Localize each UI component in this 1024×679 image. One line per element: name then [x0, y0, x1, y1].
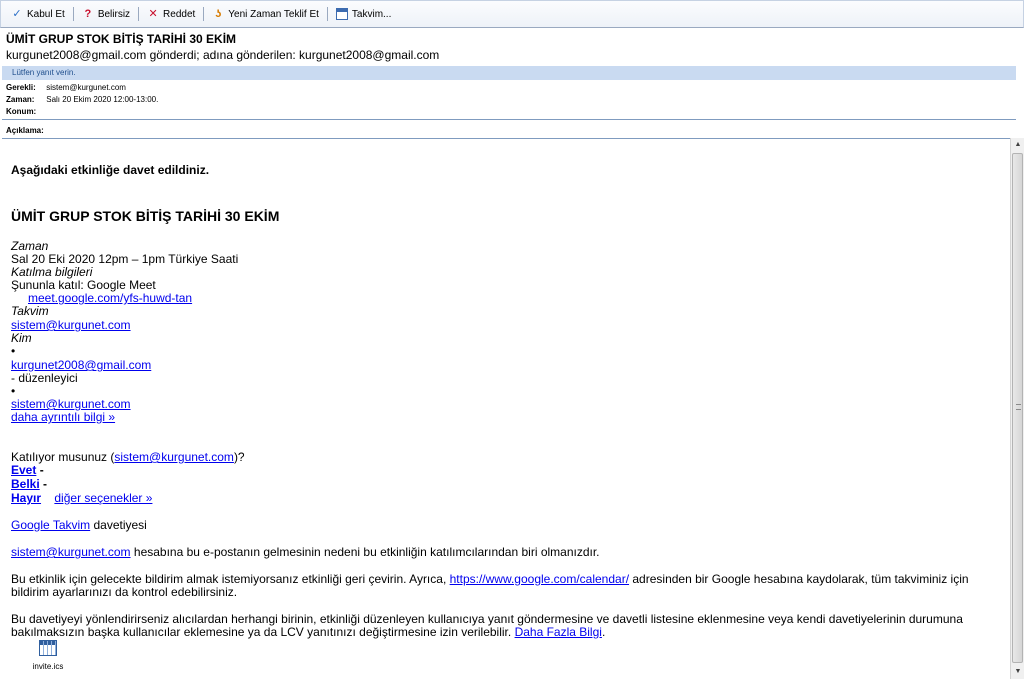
sender-line: kurgunet2008@gmail.com gönderdi; adına g…	[6, 48, 440, 62]
message-body: Aşağıdaki etkinliğe davet edildiniz. ÜMİ…	[2, 138, 1016, 679]
when-row: Zaman: Salı 20 Ekim 2020 12:00-13:00.	[6, 95, 158, 105]
attachment-invite[interactable]: invite.ics	[28, 640, 68, 671]
decline-label: Reddet	[163, 8, 196, 20]
toolbar-separator	[138, 7, 140, 21]
dash: -	[36, 463, 44, 477]
calendar-button[interactable]: Takvim...	[332, 5, 395, 23]
calendar-file-icon	[39, 640, 57, 656]
rsvp-maybe-row: Belki -	[11, 478, 47, 491]
when-value: Salı 20 Ekim 2020 12:00-13:00.	[46, 95, 159, 104]
toolbar-separator	[72, 7, 74, 21]
close-icon: ✕	[148, 8, 158, 20]
required-row: Gerekli: sistem@kurgunet.com	[6, 83, 126, 93]
period: .	[601, 625, 606, 639]
attending-suffix: )?	[233, 450, 245, 464]
calendar-heading: Takvim	[11, 304, 49, 318]
attachment-name: invite.ics	[32, 662, 64, 671]
scroll-down-arrow-icon[interactable]: ▼	[1011, 665, 1024, 679]
rsvp-yes-link[interactable]: Evet	[11, 463, 36, 477]
learn-more-link[interactable]: Daha Fazla Bilgi	[515, 625, 602, 639]
vertical-scrollbar[interactable]: ▲ ▼	[1010, 138, 1024, 679]
reason-paragraph: sistem@kurgunet.com hesabına bu e-postan…	[11, 546, 600, 559]
notify-text-1: Bu etkinlik için gelecekte bildirim alma…	[11, 572, 450, 586]
attending-prefix: Katılıyor musunuz (	[11, 450, 115, 464]
invitation-source: Google Takvim davetiyesi	[11, 519, 147, 532]
event-title: ÜMİT GRUP STOK BİTİŞ TARİHİ 30 EKİM	[11, 208, 280, 224]
rsvp-no-row: Hayır diğer seçenekler »	[11, 492, 152, 505]
reason-text: hesabına bu e-postanın gelmesinin nedeni…	[130, 545, 600, 559]
required-label: Gerekli:	[6, 83, 36, 92]
toolbar-separator	[203, 7, 205, 21]
description-label: Açıklama:	[6, 126, 44, 135]
forward-text: Bu davetiyeyi yönlendirirseniz alıcılard…	[11, 612, 963, 639]
location-label: Konum:	[6, 107, 37, 116]
required-value: sistem@kurgunet.com	[46, 83, 126, 92]
rsvp-no-link[interactable]: Hayır	[11, 491, 41, 505]
scrollbar-thumb[interactable]	[1012, 153, 1023, 663]
accept-button[interactable]: ✓ Kabul Et	[7, 5, 69, 23]
when-label: Zaman:	[6, 95, 35, 104]
other-options-link[interactable]: diğer seçenekler »	[54, 491, 152, 505]
grip-icon	[1016, 404, 1021, 410]
attending-question: Katılıyor musunuz (sistem@kurgunet.com)?	[11, 451, 245, 464]
meet-link[interactable]: meet.google.com/yfs-huwd-tan	[28, 292, 192, 305]
propose-new-time-button[interactable]: ʖ Yeni Zaman Teklif Et	[208, 5, 323, 23]
organizer-note: - düzenleyici	[11, 371, 78, 385]
location-row: Konum:	[6, 107, 44, 117]
calendar-label: Takvim...	[351, 8, 392, 20]
scroll-up-arrow-icon[interactable]: ▲	[1011, 138, 1024, 152]
reason-email-link[interactable]: sistem@kurgunet.com	[11, 545, 131, 559]
tentative-button[interactable]: ? Belirsiz	[78, 5, 134, 23]
message-subject: ÜMİT GRUP STOK BİTİŞ TARİHİ 30 EKİM	[6, 32, 237, 46]
toolbar-separator	[326, 7, 328, 21]
rsvp-yes-row: Evet -	[11, 464, 44, 477]
notification-paragraph: Bu etkinlik için gelecekte bildirim alma…	[11, 573, 1001, 599]
forwarding-paragraph: Bu davetiyeyi yönlendirirseniz alıcılard…	[11, 613, 1001, 639]
google-calendar-link[interactable]: Google Takvim	[11, 518, 90, 532]
bullet: •	[11, 344, 16, 358]
invite-word: davetiyesi	[90, 518, 147, 532]
tentative-label: Belirsiz	[97, 8, 131, 20]
invited-line: Aşağıdaki etkinliğe davet edildiniz.	[11, 163, 210, 177]
attending-email-link[interactable]: sistem@kurgunet.com	[114, 450, 234, 464]
rsvp-maybe-link[interactable]: Belki	[11, 477, 40, 491]
dash: -	[39, 477, 48, 491]
propose-time-icon: ʖ	[215, 8, 222, 20]
accept-label: Kabul Et	[27, 8, 65, 20]
question-mark-icon: ?	[84, 8, 92, 20]
more-details-link[interactable]: daha ayrıntılı bilgi »	[11, 411, 115, 424]
propose-label: Yeni Zaman Teklif Et	[228, 8, 319, 20]
decline-button[interactable]: ✕ Reddet	[143, 5, 199, 23]
calendar-icon	[335, 8, 348, 20]
header-divider	[2, 119, 1016, 120]
toolbar: ✓ Kabul Et ? Belirsiz ✕ Reddet ʖ Yeni Za…	[0, 0, 1024, 28]
check-icon: ✓	[12, 8, 22, 20]
info-bar[interactable]: Lütfen yanıt verin.	[2, 66, 1016, 80]
google-calendar-url-link[interactable]: https://www.google.com/calendar/	[450, 572, 629, 586]
